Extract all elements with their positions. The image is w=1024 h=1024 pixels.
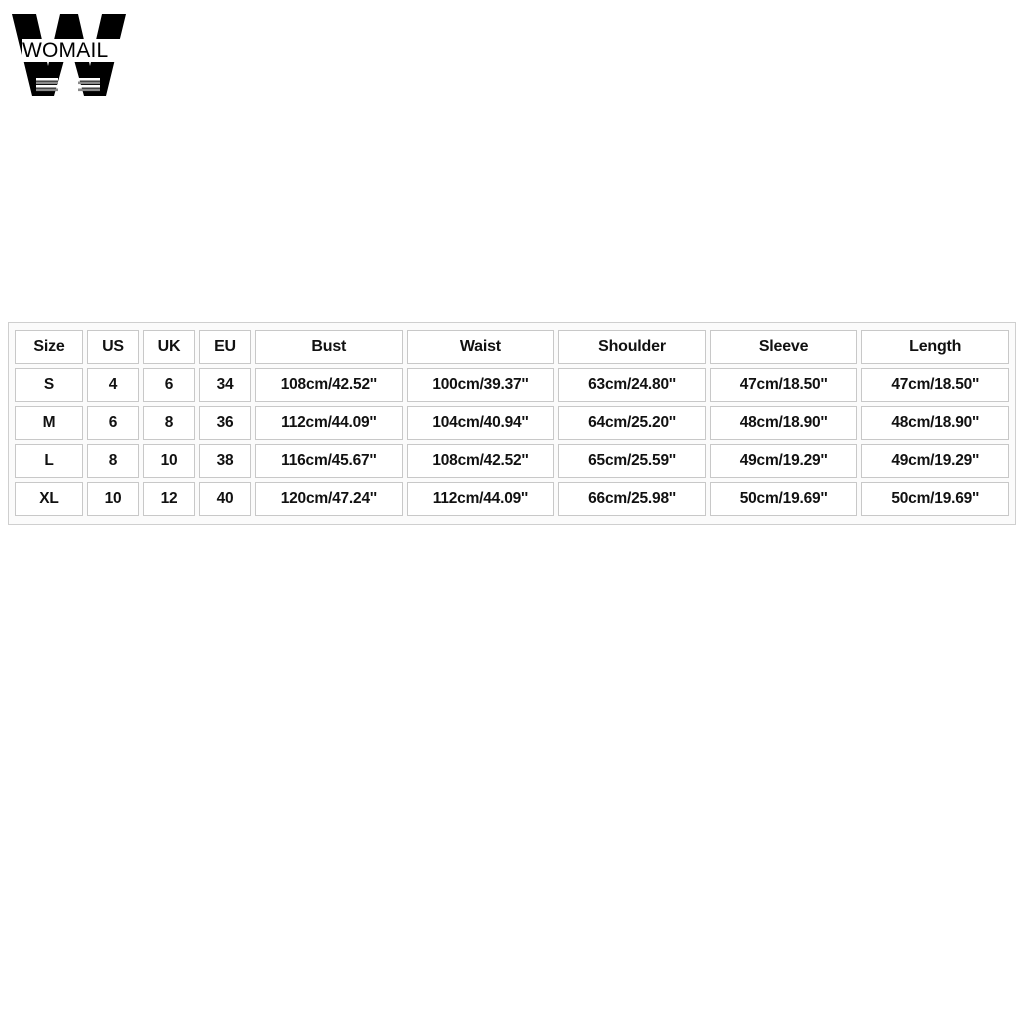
cell-waist: 104cm/40.94'' bbox=[406, 406, 555, 440]
logo-wordmark-text: WOMAIL bbox=[22, 39, 109, 62]
cell-us: 6 bbox=[87, 406, 139, 440]
cell-sleeve: 50cm/19.69'' bbox=[709, 482, 858, 516]
cell-sleeve: 49cm/19.29'' bbox=[709, 444, 858, 478]
cell-uk: 6 bbox=[143, 368, 195, 402]
cell-bust: 116cm/45.67'' bbox=[255, 444, 403, 478]
column-header-us: US bbox=[87, 330, 139, 364]
cell-eu: 40 bbox=[199, 482, 251, 516]
cell-length: 50cm/19.69'' bbox=[861, 482, 1009, 516]
cell-sleeve: 48cm/18.90'' bbox=[709, 406, 858, 440]
cell-waist: 100cm/39.37'' bbox=[406, 368, 555, 402]
cell-waist: 108cm/42.52'' bbox=[406, 444, 555, 478]
column-header-waist: Waist bbox=[406, 330, 555, 364]
cell-bust: 120cm/47.24'' bbox=[255, 482, 403, 516]
cell-size: S bbox=[15, 368, 83, 402]
column-header-sleeve: Sleeve bbox=[709, 330, 858, 364]
cell-eu: 36 bbox=[199, 406, 251, 440]
size-chart-panel: Size US UK EU Bust Waist Shoulder Sleeve… bbox=[8, 322, 1016, 525]
cell-length: 49cm/19.29'' bbox=[861, 444, 1009, 478]
cell-uk: 8 bbox=[143, 406, 195, 440]
cell-waist: 112cm/44.09'' bbox=[406, 482, 555, 516]
cell-eu: 34 bbox=[199, 368, 251, 402]
cell-size: L bbox=[15, 444, 83, 478]
cell-uk: 12 bbox=[143, 482, 195, 516]
table-row: S 4 6 34 108cm/42.52'' 100cm/39.37'' 63c… bbox=[15, 368, 1009, 402]
logo-wordmark-band: WOMAIL bbox=[22, 39, 124, 62]
cell-shoulder: 66cm/25.98'' bbox=[558, 482, 706, 516]
cell-uk: 10 bbox=[143, 444, 195, 478]
column-header-bust: Bust bbox=[255, 330, 403, 364]
cell-length: 48cm/18.90'' bbox=[861, 406, 1009, 440]
cell-us: 8 bbox=[87, 444, 139, 478]
table-row: XL 10 12 40 120cm/47.24'' 112cm/44.09'' … bbox=[15, 482, 1009, 516]
cell-us: 4 bbox=[87, 368, 139, 402]
table-row: L 8 10 38 116cm/45.67'' 108cm/42.52'' 65… bbox=[15, 444, 1009, 478]
table-header-row: Size US UK EU Bust Waist Shoulder Sleeve… bbox=[15, 330, 1009, 364]
table-row: M 6 8 36 112cm/44.09'' 104cm/40.94'' 64c… bbox=[15, 406, 1009, 440]
cell-shoulder: 63cm/24.80'' bbox=[558, 368, 706, 402]
cell-sleeve: 47cm/18.50'' bbox=[709, 368, 858, 402]
size-chart-table: Size US UK EU Bust Waist Shoulder Sleeve… bbox=[11, 326, 1013, 520]
column-header-eu: EU bbox=[199, 330, 251, 364]
column-header-uk: UK bbox=[143, 330, 195, 364]
cell-bust: 108cm/42.52'' bbox=[255, 368, 403, 402]
column-header-size: Size bbox=[15, 330, 83, 364]
cell-bust: 112cm/44.09'' bbox=[255, 406, 403, 440]
cell-size: M bbox=[15, 406, 83, 440]
cell-eu: 38 bbox=[199, 444, 251, 478]
cell-us: 10 bbox=[87, 482, 139, 516]
column-header-length: Length bbox=[861, 330, 1009, 364]
cell-size: XL bbox=[15, 482, 83, 516]
cell-length: 47cm/18.50'' bbox=[861, 368, 1009, 402]
womail-logo: WOMAIL bbox=[8, 4, 128, 104]
column-header-shoulder: Shoulder bbox=[558, 330, 706, 364]
cell-shoulder: 65cm/25.59'' bbox=[558, 444, 706, 478]
cell-shoulder: 64cm/25.20'' bbox=[558, 406, 706, 440]
